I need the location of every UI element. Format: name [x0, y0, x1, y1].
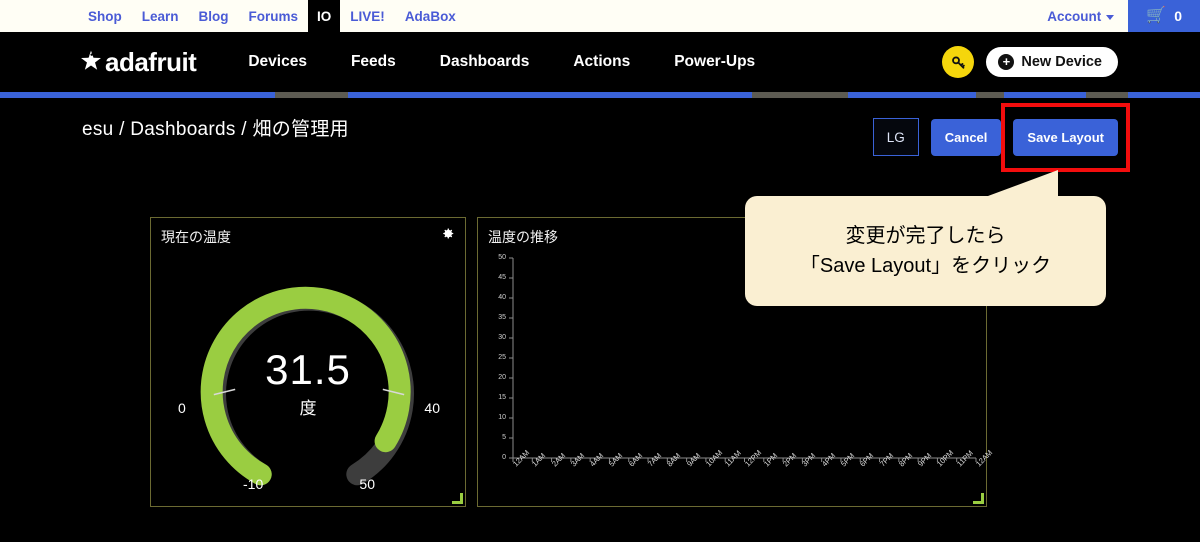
y-tick-label: 5 — [492, 434, 506, 441]
gear-icon — [440, 226, 455, 241]
y-tick-label: 35 — [492, 314, 506, 321]
new-device-button[interactable]: + New Device — [986, 47, 1118, 77]
gauge-value: 31.5 — [151, 346, 465, 394]
y-tick-label: 20 — [492, 374, 506, 381]
new-device-label: New Device — [1021, 54, 1102, 70]
shopping-cart-icon: 🛒 — [1146, 8, 1166, 24]
layout-actions: LG Cancel Save Layout — [873, 118, 1118, 156]
callout-bubble: 変更が完了したら 「Save Layout」をクリック — [745, 196, 1106, 306]
nav-link-devices[interactable]: Devices — [248, 53, 307, 71]
plus-circle-icon: + — [998, 54, 1014, 70]
cart-count: 0 — [1174, 8, 1182, 24]
breadcrumb[interactable]: esu / Dashboards / 畑の管理用 — [82, 114, 349, 141]
y-tick-label: 50 — [492, 254, 506, 261]
strip-segment-4 — [848, 92, 976, 98]
chevron-down-icon — [1106, 15, 1114, 20]
utility-navbar: ShopLearnBlogForumsIOLIVE!AdaBox Account… — [0, 0, 1200, 32]
y-tick-label: 0 — [492, 454, 506, 461]
utility-link-io[interactable]: IO — [308, 0, 340, 32]
gauge-tick-40: 40 — [424, 400, 440, 416]
nav-link-actions[interactable]: Actions — [573, 53, 630, 71]
utility-link-live[interactable]: LIVE! — [340, 0, 395, 32]
cancel-button[interactable]: Cancel — [931, 119, 1002, 156]
chart-widget-title: 温度の推移 — [488, 227, 558, 247]
gauge-tick-0: 0 — [178, 400, 186, 416]
key-icon — [950, 54, 967, 71]
y-tick-label: 40 — [492, 294, 506, 301]
size-lg-button[interactable]: LG — [873, 118, 919, 156]
gauge-tick-min: -10 — [243, 476, 263, 492]
account-label: Account — [1047, 9, 1101, 24]
utility-link-shop[interactable]: Shop — [78, 0, 132, 32]
nav-link-power-ups[interactable]: Power-Ups — [674, 53, 755, 71]
strip-segment-8 — [1128, 92, 1200, 98]
strip-segment-3 — [752, 92, 848, 98]
strip-segment-0 — [0, 92, 275, 98]
gauge-tick-max: 50 — [359, 476, 375, 492]
utility-link-learn[interactable]: Learn — [132, 0, 189, 32]
strip-segment-5 — [976, 92, 1004, 98]
brand-home-link[interactable]: adafruit — [78, 47, 196, 78]
gauge-widget[interactable]: 現在の温度 31.5 度 0 40 -10 50 — [150, 217, 466, 507]
page-root: ShopLearnBlogForumsIOLIVE!AdaBox Account… — [0, 0, 1200, 542]
y-tick-label: 30 — [492, 334, 506, 341]
y-tick-label: 15 — [492, 394, 506, 401]
strip-segment-6 — [1004, 92, 1086, 98]
nav-link-dashboards[interactable]: Dashboards — [440, 53, 530, 71]
gauge-widget-title: 現在の温度 — [161, 227, 231, 247]
gauge-unit: 度 — [151, 394, 465, 419]
strip-segment-2 — [348, 92, 752, 98]
brand-name: adafruit — [105, 47, 196, 78]
y-tick-label: 10 — [492, 414, 506, 421]
adafruit-star-logo-icon — [78, 49, 104, 75]
gauge-visual: 31.5 度 0 40 -10 50 — [151, 246, 465, 508]
main-nav-links: Devices Feeds Dashboards Actions Power-Ups — [248, 53, 755, 71]
cart-button[interactable]: 🛒 0 — [1128, 0, 1200, 32]
y-tick-label: 25 — [492, 354, 506, 361]
main-nav-actions: + New Device — [942, 46, 1118, 78]
utility-nav-links: ShopLearnBlogForumsIOLIVE!AdaBox — [78, 0, 466, 32]
progress-strip — [0, 92, 1200, 98]
save-layout-wrapper: Save Layout — [1013, 119, 1118, 156]
resize-handle[interactable] — [973, 493, 984, 504]
callout-text: 変更が完了したら 「Save Layout」をクリック — [800, 221, 1051, 281]
utility-nav-right: Account 🛒 0 — [1033, 0, 1200, 32]
nav-link-feeds[interactable]: Feeds — [351, 53, 396, 71]
api-key-button[interactable] — [942, 46, 974, 78]
gauge-settings-button[interactable] — [440, 226, 455, 246]
dashboard-header: esu / Dashboards / 畑の管理用 LG Cancel Save … — [0, 100, 1200, 170]
strip-segment-1 — [275, 92, 348, 98]
resize-handle[interactable] — [452, 493, 463, 504]
account-menu[interactable]: Account — [1033, 0, 1128, 32]
utility-link-adabox[interactable]: AdaBox — [395, 0, 466, 32]
strip-segment-7 — [1086, 92, 1128, 98]
utility-link-forums[interactable]: Forums — [239, 0, 309, 32]
y-tick-label: 45 — [492, 274, 506, 281]
utility-link-blog[interactable]: Blog — [189, 0, 239, 32]
save-layout-button[interactable]: Save Layout — [1013, 119, 1118, 156]
main-navbar: adafruit Devices Feeds Dashboards Actions Po… — [0, 32, 1200, 92]
